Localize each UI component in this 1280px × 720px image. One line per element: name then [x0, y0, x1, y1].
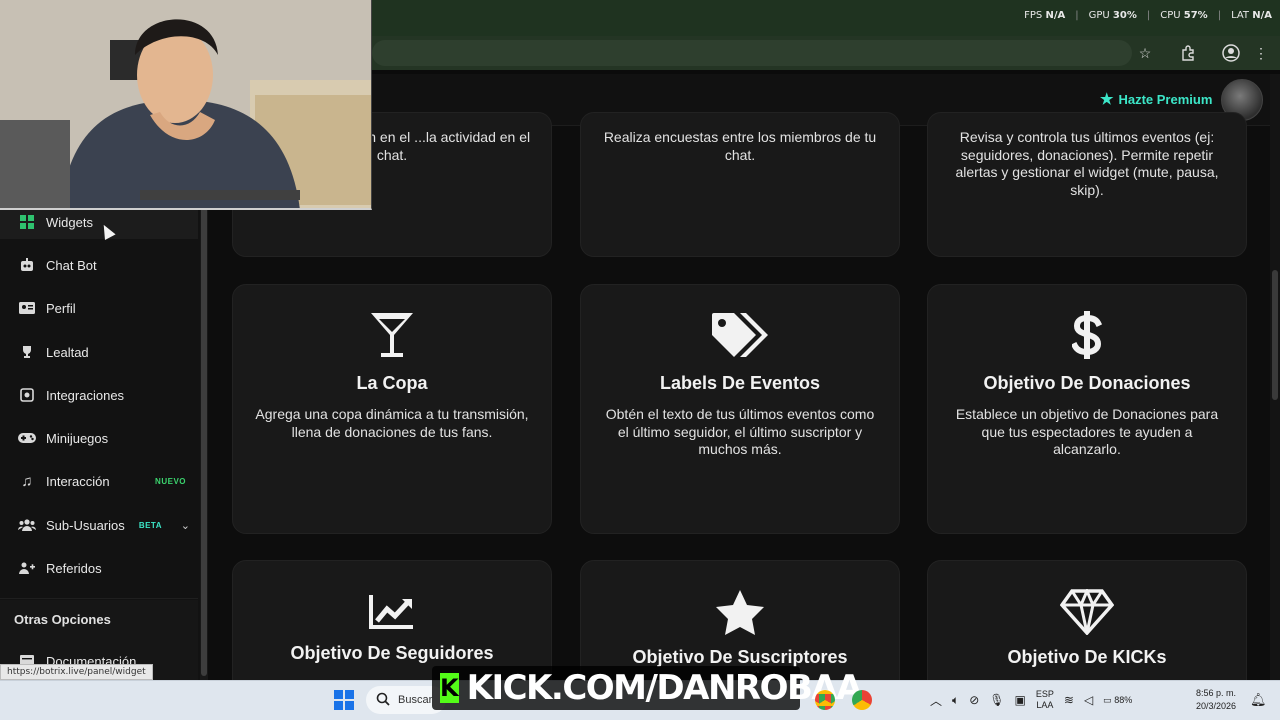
- performance-overlay: FPS N/A | GPU 30% | CPU 57% | LAT N/A: [1024, 10, 1272, 21]
- address-bar[interactable]: [372, 40, 1132, 66]
- referrals-icon: [14, 562, 40, 574]
- users-icon: [14, 519, 40, 531]
- webcam-overlay: [0, 0, 372, 210]
- divider: [0, 598, 198, 599]
- card-description: Establece un objetivo de Donaciones para…: [955, 406, 1219, 457]
- beta-badge: BETA: [138, 520, 162, 530]
- section-title-otras-opciones: Otras Opciones: [14, 612, 111, 627]
- grid-icon: [14, 215, 40, 229]
- kick-logo-icon: K: [440, 673, 459, 703]
- sidebar-item-perfil[interactable]: Perfil: [0, 291, 198, 325]
- sidebar-item-label: Chat Bot: [46, 257, 97, 273]
- sidebar-item-sub-usuarios[interactable]: Sub-Usuarios BETA ⌄: [0, 508, 198, 542]
- chrome-profile-taskbar-icon[interactable]: [852, 690, 872, 710]
- new-badge: NUEVO: [155, 476, 186, 486]
- card-title: Objetivo De KICKs: [1007, 647, 1167, 667]
- trophy-icon: [14, 345, 40, 359]
- card-title: La Copa: [356, 373, 428, 393]
- notification-icon[interactable]: 🔔︎: [1250, 692, 1267, 708]
- card-title: Objetivo De Donaciones: [983, 373, 1191, 393]
- id-card-icon: [14, 302, 40, 314]
- device-icon[interactable]: ▣: [1015, 693, 1026, 707]
- sidebar-item-lealtad[interactable]: Lealtad: [0, 335, 198, 369]
- premium-button[interactable]: ★ Hazte Premium: [1100, 90, 1212, 108]
- speaker-icon[interactable]: ◁: [1084, 693, 1093, 707]
- sidebar-item-label: Widgets: [46, 214, 93, 230]
- profile-icon[interactable]: [1220, 42, 1242, 64]
- lat-stat: LAT N/A: [1231, 10, 1272, 21]
- kick-channel-text: KICK.COM/DANROBAA: [466, 668, 863, 708]
- card-title: Objetivo De Seguidores: [290, 643, 494, 663]
- chrome-taskbar-icon[interactable]: [815, 690, 835, 710]
- widget-card-labels-de-eventos[interactable]: Labels De Eventos Obtén el texto de tus …: [580, 284, 900, 534]
- widget-card-events[interactable]: Revisa y controla tus últimos eventos (e…: [927, 112, 1247, 257]
- extensions-icon[interactable]: [1177, 42, 1199, 64]
- wifi-icon[interactable]: ≋: [1064, 693, 1074, 707]
- chevron-up-icon[interactable]: ︿: [930, 692, 942, 709]
- webcam-person-image: [0, 0, 371, 208]
- battery-indicator[interactable]: ▭ 88%: [1103, 695, 1132, 706]
- tags-icon: [581, 285, 899, 359]
- gem-icon: [928, 561, 1246, 635]
- card-title: Labels De Eventos: [659, 373, 821, 393]
- page-scrollbar[interactable]: [1270, 74, 1280, 680]
- widget-card-la-copa[interactable]: La Copa Agrega una copa dinámica a tu tr…: [232, 284, 552, 534]
- sidebar-item-integraciones[interactable]: Integraciones: [0, 378, 198, 412]
- card-description: Realiza encuestas entre los miembros de …: [603, 129, 877, 163]
- sidebar-item-label: Lealtad: [46, 344, 89, 360]
- language-indicator[interactable]: ESP LAA: [1036, 689, 1054, 711]
- card-description: Revisa y controla tus últimos eventos (e…: [955, 129, 1219, 198]
- premium-label: Hazte Premium: [1118, 91, 1213, 107]
- star-icon: ★: [1100, 91, 1114, 108]
- fps-stat: FPS N/A: [1024, 10, 1066, 21]
- sidebar-item-label: Interacción: [46, 473, 110, 489]
- integrations-icon: [14, 388, 40, 402]
- taskbar-clock[interactable]: 8:56 p. m. 20/3/2026: [1196, 687, 1236, 713]
- search-placeholder: Buscar: [398, 694, 433, 706]
- sidebar-item-chat-bot[interactable]: Chat Bot: [0, 248, 198, 282]
- link-status-bar: https://botrix.live/panel/widget: [0, 664, 153, 680]
- volume-icon[interactable]: 🔈︎: [952, 693, 959, 708]
- sidebar-item-label: Sub-Usuarios: [46, 517, 125, 533]
- gamepad-icon: [14, 432, 40, 444]
- dollar-icon: [928, 285, 1246, 359]
- card-description: Agrega una copa dinámica a tu transmisió…: [255, 406, 529, 440]
- chevron-down-icon[interactable]: ⌄: [181, 519, 190, 532]
- search-icon: [376, 692, 390, 709]
- music-note-icon: ♫: [21, 472, 33, 490]
- chart-line-icon: [233, 561, 551, 631]
- system-tray: ︿ 🔈︎ ⊘ 🎙︎ ▣ ESP LAA ≋ ◁ ▭ 88%: [930, 686, 1132, 714]
- sidebar-item-widgets[interactable]: Widgets: [0, 205, 198, 239]
- cpu-stat: CPU 57%: [1160, 10, 1208, 21]
- gpu-stat: GPU 30%: [1088, 10, 1137, 21]
- microphone-icon[interactable]: 🎙︎: [989, 693, 1004, 707]
- card-title: Objetivo De Suscriptores: [632, 647, 848, 667]
- sidebar-item-label: Minijuegos: [46, 430, 109, 446]
- browser-menu-icon[interactable]: ⋮: [1250, 42, 1272, 64]
- network-off-icon[interactable]: ⊘: [969, 693, 979, 707]
- sidebar-item-label: Integraciones: [46, 387, 125, 403]
- bookmark-star-icon[interactable]: ☆: [1134, 42, 1156, 64]
- star-icon: [581, 561, 899, 635]
- windows-start-icon[interactable]: [334, 690, 354, 710]
- sidebar-item-interaccion[interactable]: ♫ Interacción NUEVO: [0, 464, 198, 498]
- sidebar-item-label: Referidos: [46, 560, 102, 576]
- widget-card-polls[interactable]: Realiza encuestas entre los miembros de …: [580, 112, 900, 257]
- cocktail-icon: [233, 285, 551, 359]
- sidebar-item-referidos[interactable]: Referidos: [0, 551, 198, 585]
- card-description: Obtén el texto de tus últimos eventos co…: [605, 406, 875, 457]
- widget-card-objetivo-donaciones[interactable]: Objetivo De Donaciones Establece un obje…: [927, 284, 1247, 534]
- sidebar-item-label: Perfil: [46, 300, 76, 316]
- robot-icon: [14, 258, 40, 272]
- sidebar-item-minijuegos[interactable]: Minijuegos: [0, 421, 198, 455]
- kick-channel-banner: K KICK.COM/DANROBAA: [432, 666, 863, 710]
